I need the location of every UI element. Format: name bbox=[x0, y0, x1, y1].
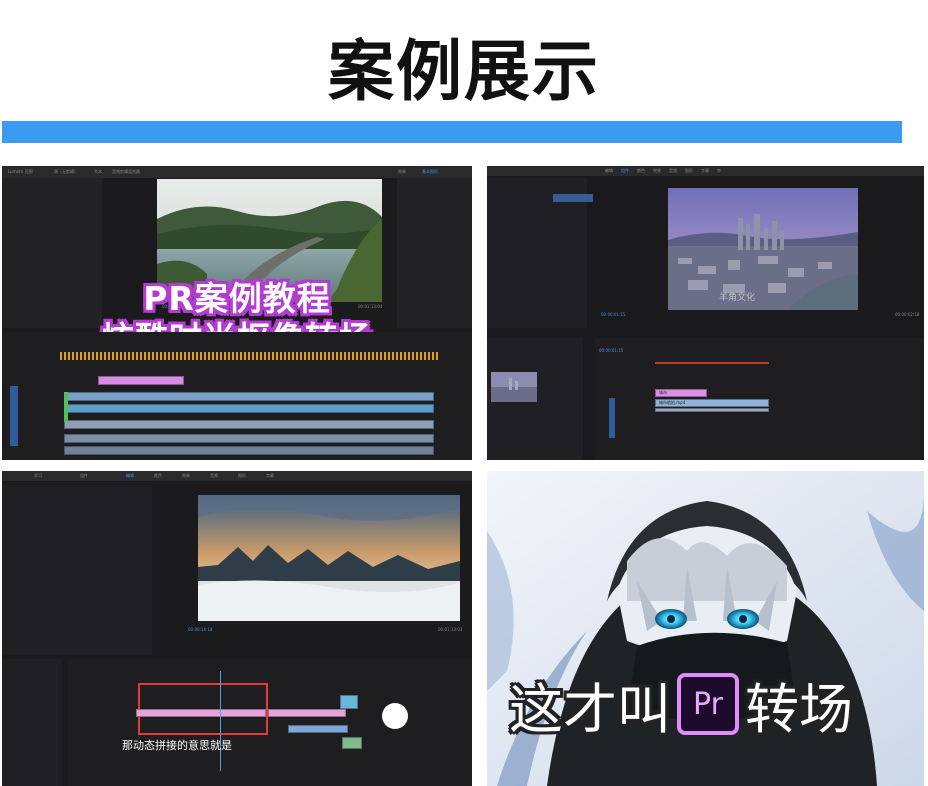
menu-item[interactable]: 音频 bbox=[210, 473, 218, 479]
clip-video-v2[interactable] bbox=[64, 392, 434, 401]
thumbnail-caption: 这才叫 Pr 转场 bbox=[509, 664, 853, 744]
video-subtitle: 那动态拼接的意思就是 bbox=[122, 739, 232, 752]
menu-item[interactable]: 组件 bbox=[621, 168, 629, 174]
clip-audio-a1[interactable] bbox=[64, 420, 434, 429]
clip-title[interactable] bbox=[98, 376, 184, 385]
sequence-timecode: 00:00:01:15 bbox=[599, 348, 624, 353]
menu-item[interactable]: 图形 bbox=[685, 168, 693, 174]
clip-video-b[interactable] bbox=[268, 709, 346, 717]
menu-item[interactable]: 组件 bbox=[80, 473, 88, 479]
effect-controls-panel bbox=[2, 485, 152, 655]
menu-bar bbox=[2, 471, 472, 481]
project-panel bbox=[2, 659, 62, 786]
timeline-ruler[interactable] bbox=[60, 352, 438, 360]
track-selection bbox=[64, 392, 68, 422]
video-watermark: 羊角文化 bbox=[719, 293, 756, 303]
sticker-avatar bbox=[382, 703, 408, 729]
work-area-bar[interactable] bbox=[655, 362, 769, 364]
clip-video-v1[interactable] bbox=[64, 404, 434, 413]
menu-item[interactable]: 音频 bbox=[669, 168, 677, 174]
clip-audio[interactable] bbox=[655, 408, 769, 412]
premiere-pro-logo-icon: Pr bbox=[677, 673, 739, 735]
track-targets[interactable] bbox=[10, 386, 18, 446]
caption-text-after: 转场 bbox=[745, 677, 853, 741]
accent-divider bbox=[2, 121, 902, 143]
menu-item[interactable]: 图形 bbox=[238, 473, 246, 479]
program-monitor-video bbox=[198, 495, 460, 621]
clip-audio-b[interactable] bbox=[342, 737, 362, 749]
menu-item[interactable]: 音频剪辑混合器 bbox=[112, 169, 140, 175]
tab-essential-graphics[interactable]: 基本图形 bbox=[422, 169, 438, 175]
menu-item[interactable]: 学习 bbox=[34, 473, 42, 479]
duration-timecode: 00:00:02:18 bbox=[895, 312, 920, 317]
menu-item[interactable]: Lumetri 范围 bbox=[8, 169, 33, 175]
clip-label: 城市航拍.mp4 bbox=[659, 400, 686, 405]
menu-item[interactable]: 颜色 bbox=[637, 168, 645, 174]
program-monitor-video bbox=[668, 188, 858, 310]
menu-item[interactable]: 字幕 bbox=[701, 168, 709, 174]
case-thumbnail-1[interactable]: Lumetri 范围 源（无剪辑） 文本 音频剪辑混合器 效果 基本图形 00:… bbox=[2, 166, 472, 460]
section-heading: 案例展示 bbox=[328, 33, 600, 110]
track-targets[interactable] bbox=[609, 398, 615, 438]
project-bin-thumbnail[interactable] bbox=[491, 372, 537, 402]
clip-label: 城市 bbox=[659, 390, 667, 395]
menu-item[interactable]: 颜色 bbox=[154, 473, 162, 479]
selected-clip-indicator[interactable] bbox=[553, 194, 593, 202]
case-thumbnail-2[interactable]: 编辑 组件 颜色 效果 音频 图形 字幕 库 羊角文化 00:00:01:15 … bbox=[487, 166, 924, 460]
case-thumbnail-3[interactable]: 学习 组件 编辑 颜色 效果 音频 图形 字幕 00:00:14:14 适合 0… bbox=[2, 471, 472, 786]
menu-item[interactable]: 编辑 bbox=[605, 168, 613, 174]
menu-item[interactable]: 效果 bbox=[182, 473, 190, 479]
duration-timecode: 00:01:13:03 bbox=[438, 627, 463, 632]
menu-item[interactable]: 文本 bbox=[94, 169, 102, 175]
clip-adjustment[interactable] bbox=[340, 695, 358, 709]
timeline-panel[interactable] bbox=[68, 659, 472, 786]
playhead-line[interactable] bbox=[220, 671, 221, 771]
case-thumbnail-4[interactable]: 这才叫 Pr 转场 bbox=[487, 471, 924, 786]
menu-item[interactable]: 源（无剪辑） bbox=[54, 169, 78, 175]
playhead-timecode: 00:00:01:15 bbox=[601, 312, 626, 317]
tab-effects[interactable]: 效果 bbox=[398, 169, 406, 175]
clip-video-a[interactable] bbox=[136, 709, 266, 717]
menu-item[interactable]: 字幕 bbox=[266, 473, 274, 479]
clip-audio-a2[interactable] bbox=[64, 434, 434, 443]
clip-audio[interactable] bbox=[288, 725, 348, 733]
clip-audio-a3[interactable] bbox=[64, 446, 434, 455]
caption-text-before: 这才叫 bbox=[509, 677, 671, 741]
menu-item[interactable]: 效果 bbox=[653, 168, 661, 174]
menu-item[interactable]: 编辑 bbox=[126, 473, 134, 479]
menu-item[interactable]: 库 bbox=[717, 168, 721, 174]
